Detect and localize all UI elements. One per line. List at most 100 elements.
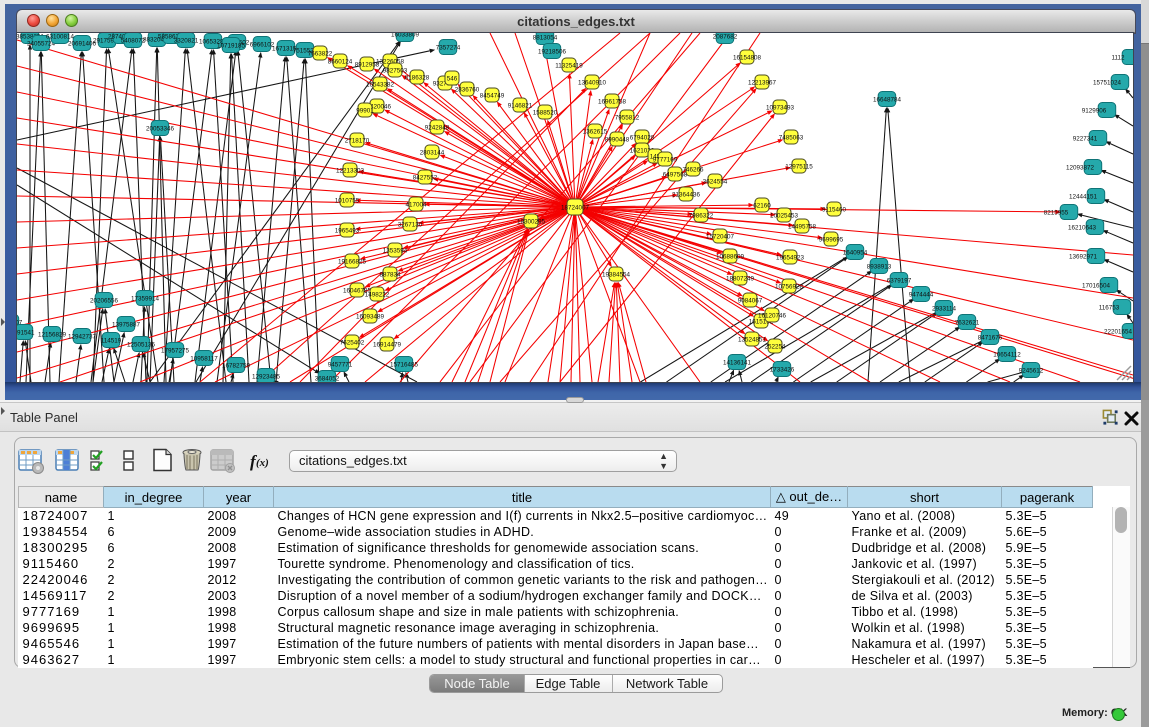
svg-text:9242848: 9242848	[425, 124, 450, 131]
svg-text:10688609: 10688609	[716, 253, 745, 260]
svg-text:9227341: 9227341	[1073, 135, 1098, 142]
svg-text:99901: 99901	[356, 107, 374, 114]
svg-text:18807249: 18807249	[726, 275, 755, 282]
svg-text:1588520: 1588520	[533, 109, 558, 116]
svg-text:10958117: 10958117	[190, 355, 218, 362]
svg-text:15751024: 15751024	[1093, 79, 1122, 86]
svg-text:8660124: 8660124	[328, 58, 353, 65]
svg-text:8471676: 8471676	[978, 334, 1003, 341]
svg-text:16914479: 16914479	[373, 341, 402, 348]
svg-text:7625402: 7625402	[340, 339, 365, 346]
svg-text:16033809: 16033809	[391, 33, 420, 38]
svg-text:14495758: 14495758	[788, 223, 817, 230]
svg-text:16961758: 16961758	[598, 98, 627, 105]
svg-text:7986322: 7986322	[689, 212, 714, 219]
svg-text:3320821: 3320821	[174, 37, 199, 44]
svg-text:16648784: 16648784	[873, 96, 902, 103]
svg-text:9699695: 9699695	[819, 236, 844, 243]
svg-text:6794028: 6794028	[630, 134, 655, 141]
svg-text:15716485: 15716485	[390, 361, 419, 368]
svg-text:1498222: 1498222	[365, 291, 390, 298]
svg-text:1010755: 1010755	[335, 197, 360, 204]
svg-text:13692971: 13692971	[1069, 253, 1098, 260]
svg-text:18300295: 18300295	[517, 218, 546, 225]
svg-text:16154808: 16154808	[733, 54, 762, 61]
svg-text:12942737: 12942737	[68, 333, 97, 340]
svg-text:9457771: 9457771	[328, 361, 353, 368]
svg-text:9827503: 9827503	[383, 67, 408, 74]
svg-text:7357274: 7357274	[436, 44, 461, 51]
svg-text:19654923: 19654923	[776, 254, 805, 261]
svg-text:12213303: 12213303	[336, 167, 365, 174]
svg-text:114519: 114519	[101, 337, 122, 344]
svg-text:391541: 391541	[17, 329, 35, 336]
svg-text:17016504: 17016504	[1082, 282, 1111, 289]
svg-text:10025453: 10025453	[770, 212, 799, 219]
svg-text:62160: 62160	[753, 202, 771, 209]
svg-text:63100814: 63100814	[46, 33, 75, 40]
svg-text:12093872: 12093872	[1066, 164, 1095, 171]
svg-text:12505135: 12505135	[127, 341, 156, 348]
svg-text:16782759: 16782759	[222, 362, 251, 369]
svg-text:13975887: 13975887	[112, 321, 141, 328]
svg-text:10719185: 10719185	[217, 42, 246, 49]
svg-text:12923485: 12923485	[252, 373, 281, 380]
svg-text:10756928: 10756928	[775, 283, 804, 290]
svg-text:19218506: 19218506	[538, 48, 567, 55]
svg-text:417004: 417004	[405, 201, 427, 208]
svg-text:8990448: 8990448	[605, 136, 630, 143]
svg-text:3684052: 3684052	[315, 375, 340, 382]
svg-text:8427552: 8427552	[413, 174, 438, 181]
svg-text:8454749: 8454749	[480, 92, 505, 99]
svg-text:18724007: 18724007	[561, 204, 590, 211]
svg-text:1733426: 1733426	[770, 366, 795, 373]
svg-text:2718170: 2718170	[345, 137, 370, 144]
svg-text:16543382: 16543382	[366, 81, 395, 88]
svg-text:546: 546	[447, 75, 458, 82]
svg-text:13640910: 13640910	[578, 79, 607, 86]
svg-text:19166825: 19166825	[338, 258, 367, 265]
svg-text:1112: 1112	[1111, 54, 1125, 61]
svg-text:2836760: 2836760	[455, 86, 480, 93]
svg-text:7955812: 7955812	[615, 114, 640, 121]
svg-text:9245612: 9245612	[1019, 367, 1044, 374]
svg-text:12213967: 12213967	[748, 79, 777, 86]
svg-text:12444151: 12444151	[1069, 193, 1098, 200]
svg-text:21364436: 21364436	[672, 191, 701, 198]
svg-text:13524851: 13524851	[738, 336, 767, 343]
svg-text:746266: 746266	[682, 166, 704, 173]
svg-text:2087682: 2087682	[713, 33, 738, 40]
svg-text:7632621: 7632621	[955, 319, 980, 326]
svg-text:8186328: 8186328	[405, 74, 430, 81]
svg-text:20206556: 20206556	[90, 297, 119, 304]
svg-text:20053346: 20053346	[146, 125, 175, 132]
svg-text:9777169: 9777169	[653, 156, 678, 163]
svg-text:9115460: 9115460	[822, 206, 847, 213]
svg-text:11325419: 11325419	[555, 62, 583, 69]
svg-text:7485063: 7485063	[779, 134, 804, 141]
svg-text:10973493: 10973493	[766, 104, 795, 111]
svg-text:1353594: 1353594	[383, 247, 408, 254]
svg-text:15720407: 15720407	[706, 233, 735, 240]
svg-text:8813054: 8813054	[533, 34, 558, 41]
svg-text:7663822: 7663822	[308, 50, 333, 57]
svg-text:116753: 116753	[1099, 304, 1120, 311]
svg-text:12156829: 12156829	[38, 331, 67, 338]
svg-text:2803144: 2803144	[420, 149, 445, 156]
svg-text:17359914: 17359914	[131, 295, 160, 302]
svg-text:2933114: 2933114	[932, 305, 957, 312]
svg-text:1640954: 1640954	[843, 249, 868, 256]
svg-text:9084067: 9084067	[738, 297, 763, 304]
svg-text:10654112: 10654112	[993, 351, 1021, 358]
svg-text:6379197: 6379197	[887, 277, 912, 284]
svg-text:16120746: 16120746	[758, 312, 787, 319]
svg-text:1362615: 1362615	[583, 128, 608, 135]
svg-text:8938913: 8938913	[867, 263, 892, 270]
svg-text:3267130: 3267130	[398, 221, 423, 228]
svg-text:9146821: 9146821	[508, 102, 533, 109]
svg-text:12975115: 12975115	[785, 163, 813, 170]
svg-text:16210643: 16210643	[1068, 224, 1097, 231]
svg-text:252254: 252254	[764, 343, 786, 350]
svg-text:16093489: 16093489	[356, 313, 385, 320]
svg-text:19384554: 19384554	[602, 271, 631, 278]
